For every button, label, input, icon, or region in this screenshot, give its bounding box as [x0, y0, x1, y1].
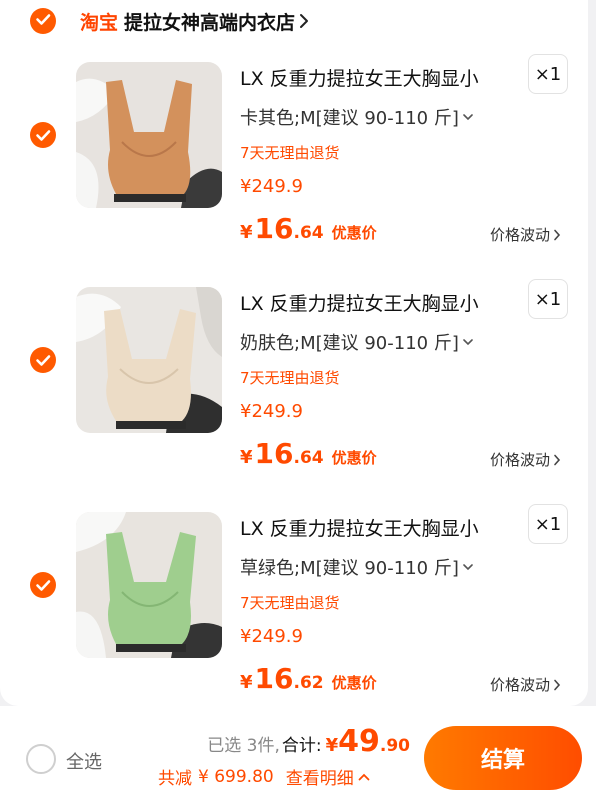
deal-integer: 16 — [254, 437, 294, 470]
deal-price: ¥ 16 .64 优惠价 — [240, 212, 377, 245]
savings-row[interactable]: 共减 ¥ 699.80 查看明细 — [158, 764, 370, 789]
savings-amount: ¥ 699.80 — [198, 766, 274, 787]
deal-currency: ¥ — [240, 222, 253, 243]
deal-currency: ¥ — [240, 447, 253, 468]
select-all-radio[interactable] — [26, 744, 56, 774]
return-policy: 7天无理由退货 — [240, 594, 340, 612]
return-policy: 7天无理由退货 — [240, 144, 340, 162]
original-price: ¥249.9 — [240, 401, 303, 422]
checkout-bar: 全选 已选 3件, 合计: ¥ 49 .90 共减 ¥ 699.80 查看明细 … — [0, 706, 596, 800]
shop-name[interactable]: 提拉女神高端内衣店 — [124, 8, 295, 35]
savings-label: 共减 — [158, 769, 192, 789]
quantity-stepper[interactable]: ×1 — [528, 279, 568, 319]
price-fluctuation-label: 价格波动 — [490, 226, 551, 244]
return-policy: 7天无理由退货 — [240, 369, 340, 387]
cart-item: LX 反重力提拉女王大胸显小 ×1 草绿色;M[建议 90-110 斤] 7天无… — [0, 504, 588, 737]
deal-tag: 优惠价 — [331, 449, 377, 467]
item-checkbox[interactable] — [30, 347, 56, 373]
deal-integer: 16 — [254, 212, 294, 245]
cart-item: LX 反重力提拉女王大胸显小 ×1 奶肤色;M[建议 90-110 斤] 7天无… — [0, 279, 588, 512]
checkmark-icon — [36, 580, 51, 591]
deal-tag: 优惠价 — [331, 224, 377, 242]
sku-selector[interactable]: 草绿色;M[建议 90-110 斤] — [240, 554, 473, 580]
deal-price: ¥ 16 .62 优惠价 — [240, 662, 377, 695]
total-currency: ¥ — [325, 735, 339, 756]
chevron-right-icon — [554, 229, 561, 240]
product-image[interactable] — [76, 287, 222, 433]
deal-decimal: .64 — [293, 448, 324, 468]
product-image[interactable] — [76, 62, 222, 208]
checkmark-icon — [36, 355, 51, 366]
chevron-right-icon — [554, 454, 561, 465]
deal-price: ¥ 16 .64 优惠价 — [240, 437, 377, 470]
view-details-link[interactable]: 查看明细 — [286, 764, 354, 789]
chevron-right-icon — [300, 14, 309, 28]
chevron-up-icon — [358, 773, 370, 780]
select-all-label[interactable]: 全选 — [66, 748, 102, 774]
original-price: ¥249.9 — [240, 626, 303, 647]
checkout-button[interactable]: 结算 — [424, 726, 582, 790]
item-checkbox[interactable] — [30, 122, 56, 148]
product-title[interactable]: LX 反重力提拉女王大胸显小 — [240, 64, 479, 91]
product-image[interactable] — [76, 512, 222, 658]
sku-selector[interactable]: 卡其色;M[建议 90-110 斤] — [240, 104, 473, 130]
total-integer: 49 — [338, 724, 380, 759]
item-checkbox[interactable] — [30, 572, 56, 598]
chevron-down-icon — [463, 339, 473, 346]
checkmark-icon — [36, 14, 51, 25]
chevron-down-icon — [463, 564, 473, 571]
quantity-stepper[interactable]: ×1 — [528, 504, 568, 544]
deal-tag: 优惠价 — [331, 674, 377, 692]
platform-label: 淘宝 — [80, 11, 119, 34]
cart-item: LX 反重力提拉女王大胸显小 ×1 卡其色;M[建议 90-110 斤] 7天无… — [0, 54, 588, 287]
sku-selector[interactable]: 奶肤色;M[建议 90-110 斤] — [240, 329, 473, 355]
chevron-down-icon — [463, 114, 473, 121]
deal-decimal: .62 — [293, 673, 324, 693]
deal-integer: 16 — [254, 662, 294, 695]
order-summary: 已选 3件, 合计: ¥ 49 .90 — [207, 724, 410, 759]
price-fluctuation-label: 价格波动 — [490, 451, 551, 469]
sku-label: 草绿色;M[建议 90-110 斤] — [240, 558, 459, 579]
product-title[interactable]: LX 反重力提拉女王大胸显小 — [240, 289, 479, 316]
checkmark-icon — [36, 130, 51, 141]
sku-label: 卡其色;M[建议 90-110 斤] — [240, 108, 459, 129]
shop-header[interactable]: 淘宝 提拉女神高端内衣店 — [30, 6, 309, 36]
cart-card: 淘宝 提拉女神高端内衣店 LX 反重力提拉女王大胸显小 ×1 卡其色;M[建议 … — [0, 0, 588, 706]
selected-count: 已选 3件, — [207, 736, 280, 756]
original-price: ¥249.9 — [240, 176, 303, 197]
price-fluctuation-link[interactable]: 价格波动 — [490, 674, 561, 695]
price-fluctuation-link[interactable]: 价格波动 — [490, 224, 561, 245]
quantity-stepper[interactable]: ×1 — [528, 54, 568, 94]
total-label: 合计: — [281, 736, 322, 756]
product-title[interactable]: LX 反重力提拉女王大胸显小 — [240, 514, 479, 541]
price-fluctuation-link[interactable]: 价格波动 — [490, 449, 561, 470]
deal-decimal: .64 — [293, 223, 324, 243]
deal-currency: ¥ — [240, 672, 253, 693]
price-fluctuation-label: 价格波动 — [490, 676, 551, 694]
total-decimal: .90 — [379, 736, 410, 756]
chevron-right-icon — [554, 679, 561, 690]
shop-checkbox[interactable] — [30, 8, 56, 34]
sku-label: 奶肤色;M[建议 90-110 斤] — [240, 333, 459, 354]
